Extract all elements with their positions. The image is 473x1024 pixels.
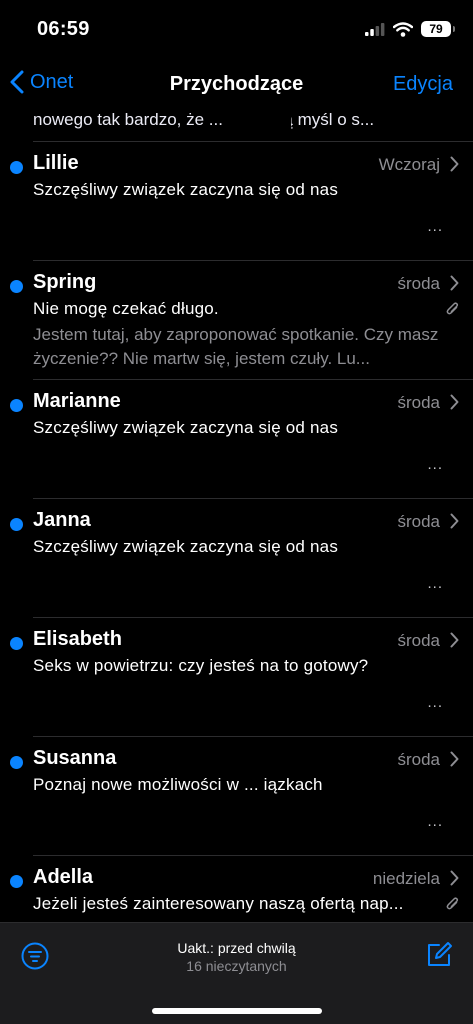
- navigation-bar: Onet Przychodzące Edycja: [0, 60, 473, 110]
- mail-date: środa: [397, 750, 440, 769]
- mail-date: środa: [397, 393, 440, 412]
- mail-subject: Szczęśliwy związek zaczyna się od nas: [33, 180, 339, 199]
- edit-button[interactable]: Edycja: [393, 73, 453, 96]
- mail-screen: 06:59 79 Onet Przychodzące Edycja nowego…: [0, 0, 473, 1024]
- mail-item[interactable]: Janna środa Szczęśliwy związek zaczyna s…: [0, 499, 473, 618]
- mail-item[interactable]: Adella niedziela Jeżeli jesteś zainteres…: [0, 856, 473, 922]
- mail-date: Wczoraj: [378, 155, 440, 174]
- status-bar: 06:59 79: [0, 0, 473, 60]
- sender-name: Elisabeth: [33, 628, 122, 650]
- mail-date: niedziela: [372, 869, 440, 888]
- ellipsis: ...: [427, 813, 443, 830]
- sender-name: Lillie: [33, 152, 79, 174]
- mail-subject: Jeżeli jesteś zainteresowany naszą ofert…: [33, 894, 404, 913]
- chevron-right-icon: [450, 751, 459, 767]
- mail-subject: Seks w powietrzu: czy jesteś na to gotow…: [33, 656, 369, 675]
- mail-subject: Szczęśliwy związek zaczyna się od nas: [33, 418, 339, 437]
- unread-dot: [10, 280, 23, 293]
- mail-subject: Szczęśliwy związek zaczyna się od nas: [33, 537, 339, 556]
- unread-dot: [10, 161, 23, 174]
- unread-count: 16 nieczytanych: [186, 958, 287, 974]
- sender-name: Adella: [33, 866, 94, 888]
- mail-item[interactable]: Lillie Wczoraj Szczęśliwy związek zaczyn…: [0, 142, 473, 261]
- mail-date: środa: [397, 512, 440, 531]
- mail-date: środa: [397, 631, 440, 650]
- mail-item[interactable]: Elisabeth środa Seks w powietrzu: czy je…: [0, 618, 473, 737]
- status-time: 06:59: [37, 18, 90, 40]
- mail-item[interactable]: Spring środa Nie mogę czekać długo. Jest…: [0, 261, 473, 380]
- mail-list[interactable]: nowego tak bardzo, że ... na samą myśl o…: [0, 104, 473, 922]
- unread-dot: [10, 637, 23, 650]
- signal-icon: [365, 22, 385, 36]
- bottom-toolbar: Uakt.: przed chwilą 16 nieczytanych: [0, 922, 473, 1024]
- chevron-right-icon: [450, 394, 459, 410]
- mail-subject: Nie mogę czekać długo.: [33, 299, 219, 318]
- sender-name: Marianne: [33, 390, 121, 412]
- chevron-right-icon: [450, 513, 459, 529]
- sender-name: Janna: [33, 509, 91, 531]
- unread-dot: [10, 756, 23, 769]
- paperclip-icon: [446, 302, 459, 315]
- mail-date: środa: [397, 274, 440, 293]
- unread-dot: [10, 518, 23, 531]
- mail-item[interactable]: Marianne środa Szczęśliwy związek zaczyn…: [0, 380, 473, 499]
- unread-dot: [10, 399, 23, 412]
- mail-subject: Poznaj nowe możliwości w ... iązkach: [33, 775, 323, 794]
- ellipsis: ...: [427, 456, 443, 473]
- status-icons: 79: [365, 21, 455, 37]
- chevron-right-icon: [450, 632, 459, 648]
- chevron-right-icon: [450, 870, 459, 886]
- mail-preview: Jestem tutaj, aby zaproponować spotkanie…: [33, 325, 439, 368]
- wifi-icon: [393, 21, 413, 37]
- sender-name: Susanna: [33, 747, 117, 769]
- mail-item[interactable]: Susanna środa Poznaj nowe możliwości w .…: [0, 737, 473, 856]
- unread-dot: [10, 875, 23, 888]
- ellipsis: ...: [427, 575, 443, 592]
- mailbox-status: Uakt.: przed chwilą 16 nieczytanych: [0, 940, 473, 974]
- paperclip-icon: [446, 897, 459, 910]
- home-indicator[interactable]: [152, 1008, 322, 1014]
- ellipsis: ...: [427, 218, 443, 235]
- updated-status: Uakt.: przed chwilą: [177, 940, 296, 956]
- chevron-right-icon: [450, 275, 459, 291]
- battery-icon: 79: [421, 21, 455, 37]
- ellipsis: ...: [427, 694, 443, 711]
- compose-icon[interactable]: [425, 941, 453, 969]
- sender-name: Spring: [33, 271, 97, 293]
- chevron-right-icon: [450, 156, 459, 172]
- redaction-block: [225, 104, 291, 140]
